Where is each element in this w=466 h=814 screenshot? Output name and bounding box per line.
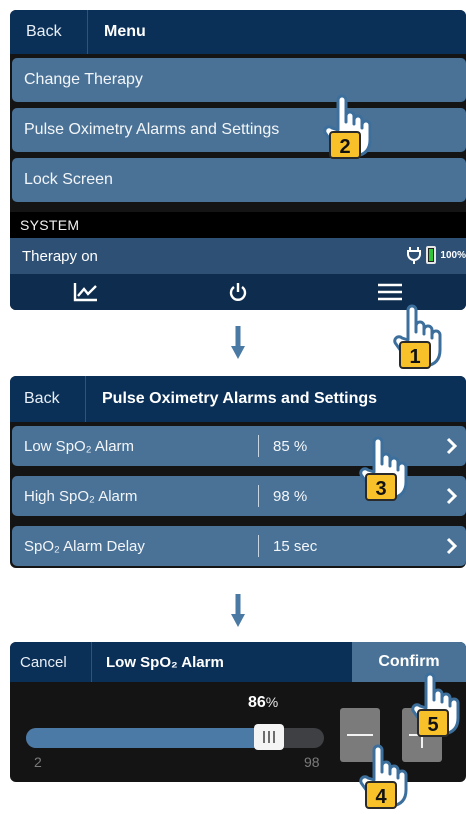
row-value: 15 sec — [273, 537, 318, 555]
menu-screen: Back Menu Change Therapy Pulse Oximetry … — [10, 10, 466, 310]
status-bar: Therapy on 100% — [10, 238, 466, 274]
row-spo2-alarm-delay[interactable]: SpO₂ Alarm Delay 15 sec — [12, 526, 466, 566]
nav-power[interactable] — [162, 274, 314, 310]
row-label: SpO₂ Alarm Delay — [24, 537, 145, 555]
menu-item-lock-screen[interactable]: Lock Screen — [12, 158, 466, 202]
minus-icon — [347, 734, 373, 736]
therapy-status-text: Therapy on — [22, 247, 98, 265]
settings-header: Back Pulse Oximetry Alarms and Settings — [10, 376, 466, 422]
status-icons: 100% — [406, 246, 466, 264]
down-arrow-icon — [231, 594, 245, 627]
menu-item-change-therapy[interactable]: Change Therapy — [12, 58, 466, 102]
value-unit: % — [265, 694, 279, 710]
callout-number: 4 — [375, 786, 387, 808]
tap-hand-icon: 3 — [352, 432, 414, 502]
row-label: Low SpO₂ Alarm — [24, 437, 135, 455]
slider-min-label: 2 — [34, 754, 42, 770]
menu-icon — [378, 283, 402, 301]
system-section-label: SYSTEM — [10, 212, 466, 238]
menu-item-pulse-oximetry[interactable]: Pulse Oximetry Alarms and Settings — [12, 108, 466, 152]
battery-percent: 100% — [440, 249, 466, 261]
chevron-right-icon — [438, 537, 466, 555]
back-button[interactable]: Back — [10, 376, 86, 422]
slider-thumb[interactable] — [254, 724, 284, 750]
slider-max-label: 98 — [304, 754, 320, 770]
alarm-edit-title: Low SpO₂ Alarm — [106, 653, 224, 671]
current-value-readout: 86% — [248, 694, 278, 712]
battery-icon — [426, 246, 437, 264]
chart-icon — [73, 283, 97, 302]
callout-number: 2 — [339, 136, 350, 158]
tap-hand-icon: 1 — [386, 300, 448, 370]
tap-hand-icon: 5 — [404, 668, 466, 738]
callout-number: 1 — [409, 346, 420, 368]
chevron-right-icon — [438, 437, 466, 455]
down-arrow-icon — [231, 326, 245, 359]
callout-number: 5 — [427, 714, 438, 736]
back-button[interactable]: Back — [10, 10, 88, 54]
slider-fill — [26, 728, 264, 748]
plug-icon — [407, 247, 422, 264]
cancel-button[interactable]: Cancel — [10, 642, 92, 682]
power-icon — [229, 283, 247, 301]
tap-hand-icon: 4 — [352, 740, 414, 810]
nav-trends[interactable] — [10, 274, 162, 310]
current-value: 86 — [248, 694, 266, 711]
chevron-right-icon — [438, 487, 466, 505]
settings-title: Pulse Oximetry Alarms and Settings — [102, 390, 378, 407]
menu-header: Back Menu — [10, 10, 466, 54]
menu-title: Menu — [104, 23, 146, 40]
tap-hand-icon: 2 — [316, 90, 378, 160]
row-label: High SpO₂ Alarm — [24, 487, 138, 505]
callout-number: 3 — [375, 478, 386, 500]
